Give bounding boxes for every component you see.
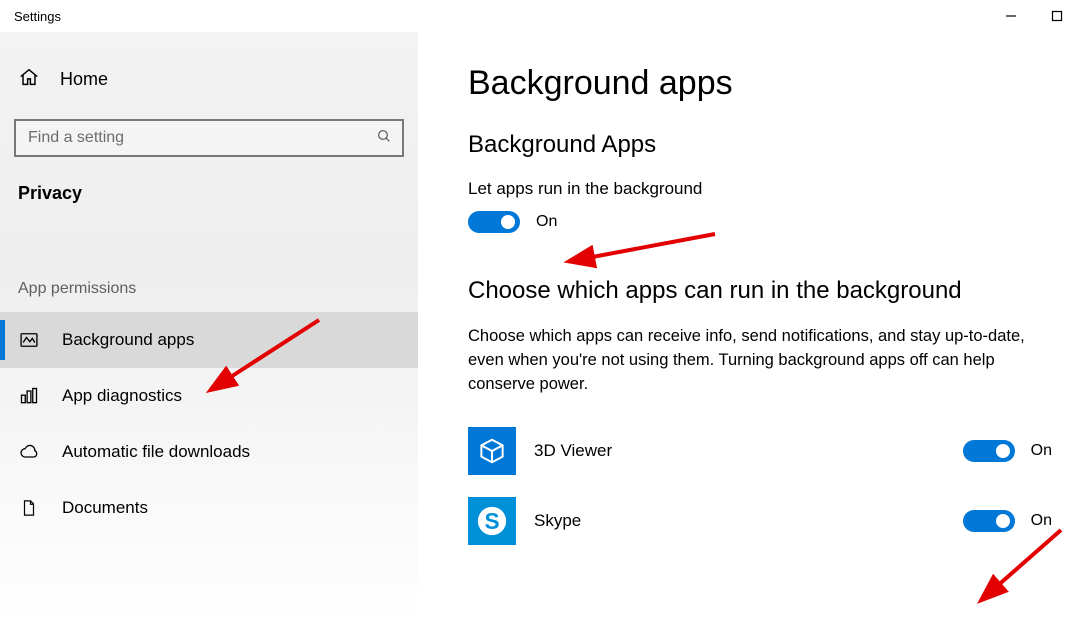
search-box[interactable] xyxy=(14,119,404,157)
diagnostics-icon xyxy=(18,386,40,406)
app-toggle-state: On xyxy=(1031,442,1052,460)
app-row-skype: S Skype On xyxy=(468,493,1052,549)
app-name: 3D Viewer xyxy=(534,441,612,461)
sidebar-item-app-diagnostics[interactable]: App diagnostics xyxy=(0,368,418,424)
master-toggle[interactable] xyxy=(468,211,520,233)
home-icon xyxy=(18,66,40,93)
titlebar: Settings xyxy=(0,0,1080,32)
sidebar-item-auto-downloads[interactable]: Automatic file downloads xyxy=(0,424,418,480)
app-list: 3D Viewer On S Skype On xyxy=(468,423,1052,549)
section-title-2: Choose which apps can run in the backgro… xyxy=(468,277,1052,305)
search-input[interactable] xyxy=(28,129,376,147)
sidebar: Home Privacy App permissions Background … xyxy=(0,32,418,626)
sidebar-item-label: Documents xyxy=(62,498,148,518)
svg-text:S: S xyxy=(484,508,499,534)
app-toggle-skype[interactable] xyxy=(963,510,1015,532)
window-title: Settings xyxy=(14,9,61,24)
nav-home[interactable]: Home xyxy=(0,32,418,119)
3d-viewer-icon xyxy=(468,427,516,475)
minimize-button[interactable] xyxy=(988,0,1034,32)
section-desc: Choose which apps can receive info, send… xyxy=(468,325,1052,397)
search-icon xyxy=(376,128,392,149)
document-icon xyxy=(18,497,40,519)
background-apps-icon xyxy=(18,330,40,350)
window-controls xyxy=(988,0,1080,32)
app-toggle-state: On xyxy=(1031,512,1052,530)
sidebar-item-documents[interactable]: Documents xyxy=(0,480,418,536)
content-pane: Background apps Background Apps Let apps… xyxy=(418,32,1080,626)
app-row-3d-viewer: 3D Viewer On xyxy=(468,423,1052,479)
app-name: Skype xyxy=(534,511,581,531)
section-title-1: Background Apps xyxy=(468,131,1052,159)
app-toggle-3d-viewer[interactable] xyxy=(963,440,1015,462)
master-toggle-label: Let apps run in the background xyxy=(468,179,1052,199)
nav-home-label: Home xyxy=(60,69,108,90)
sidebar-item-label: Background apps xyxy=(62,330,194,350)
category-label: Privacy xyxy=(0,183,418,214)
maximize-button[interactable] xyxy=(1034,0,1080,32)
page-title: Background apps xyxy=(468,64,1052,103)
sidebar-item-label: App diagnostics xyxy=(62,386,182,406)
skype-icon: S xyxy=(468,497,516,545)
cloud-icon xyxy=(18,442,40,462)
sidebar-item-background-apps[interactable]: Background apps xyxy=(0,312,418,368)
master-toggle-state: On xyxy=(536,213,557,231)
sidebar-item-label: Automatic file downloads xyxy=(62,442,250,462)
group-label: App permissions xyxy=(0,214,418,312)
